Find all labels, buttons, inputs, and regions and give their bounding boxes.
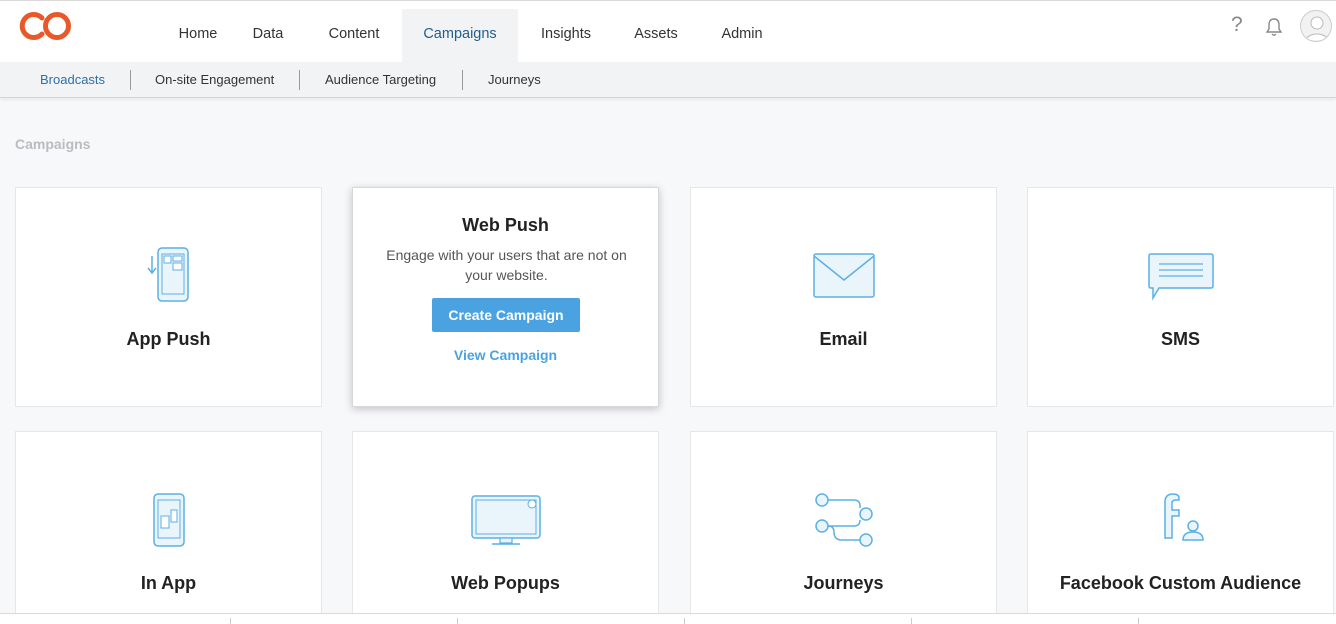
create-campaign-button[interactable]: Create Campaign (432, 298, 580, 332)
card-title: Web Push (462, 215, 549, 235)
card-label: App Push (126, 329, 211, 349)
card-label: Web Popups (451, 573, 560, 593)
card-sms[interactable]: SMS (1027, 187, 1334, 407)
bottom-divider (457, 618, 458, 624)
card-journeys[interactable]: Journeys (690, 431, 997, 624)
user-icon (1305, 16, 1329, 41)
card-label: SMS (1160, 329, 1200, 349)
subnav-audience-targeting[interactable]: Audience Targeting (325, 62, 436, 98)
sms-bubble-icon (1147, 253, 1214, 301)
subnav-divider (130, 70, 131, 90)
nav-campaigns[interactable]: Campaigns (402, 9, 518, 63)
subnav-divider (462, 70, 463, 90)
bottom-divider (230, 618, 231, 624)
brand-logo[interactable] (14, 9, 76, 43)
subnav-onsite-engagement[interactable]: On-site Engagement (155, 62, 274, 98)
sub-navbar: Broadcasts On-site Engagement Audience T… (0, 62, 1336, 98)
user-avatar[interactable] (1300, 10, 1332, 42)
envelope-icon (812, 253, 875, 298)
card-description: Engage with your users that are not on y… (386, 247, 627, 283)
bell-icon[interactable] (1265, 17, 1283, 37)
nav-data[interactable]: Data (245, 9, 291, 63)
facebook-audience-icon (1163, 493, 1204, 541)
subnav-broadcasts[interactable]: Broadcasts (40, 62, 105, 98)
bottom-divider (684, 618, 685, 624)
journey-flow-icon (814, 493, 873, 547)
help-icon[interactable]: ? (1231, 13, 1243, 37)
subnav-divider (299, 70, 300, 90)
card-web-push[interactable]: Web Push Engage with your users that are… (352, 187, 659, 407)
view-campaign-link[interactable]: View Campaign (353, 347, 658, 363)
nav-admin[interactable]: Admin (712, 9, 772, 63)
card-label: In App (140, 573, 197, 593)
bottom-divider (911, 618, 912, 624)
bottom-divider (1138, 618, 1139, 624)
card-email[interactable]: Email (690, 187, 997, 407)
section-title: Campaigns (15, 136, 91, 152)
nav-assets[interactable]: Assets (626, 9, 686, 63)
subnav-journeys[interactable]: Journeys (488, 62, 541, 98)
monitor-popup-icon (470, 495, 541, 545)
bottom-bar (0, 613, 1336, 624)
card-app-push[interactable]: App Push (15, 187, 322, 407)
nav-insights[interactable]: Insights (533, 9, 599, 63)
card-facebook-custom-audience[interactable]: Facebook Custom Audience (1027, 431, 1334, 624)
in-app-icon (152, 493, 185, 547)
nav-content[interactable]: Content (318, 9, 390, 63)
card-label: Facebook Custom Audience (1059, 573, 1302, 593)
card-web-popups[interactable]: Web Popups (352, 431, 659, 624)
nav-home[interactable]: Home (170, 9, 226, 63)
card-label: Journeys (803, 573, 884, 593)
top-navbar: Home Data Content Campaigns Insights Ass… (0, 0, 1336, 63)
mobile-push-icon (146, 247, 189, 302)
card-label: Email (819, 329, 868, 349)
card-in-app[interactable]: In App (15, 431, 322, 624)
